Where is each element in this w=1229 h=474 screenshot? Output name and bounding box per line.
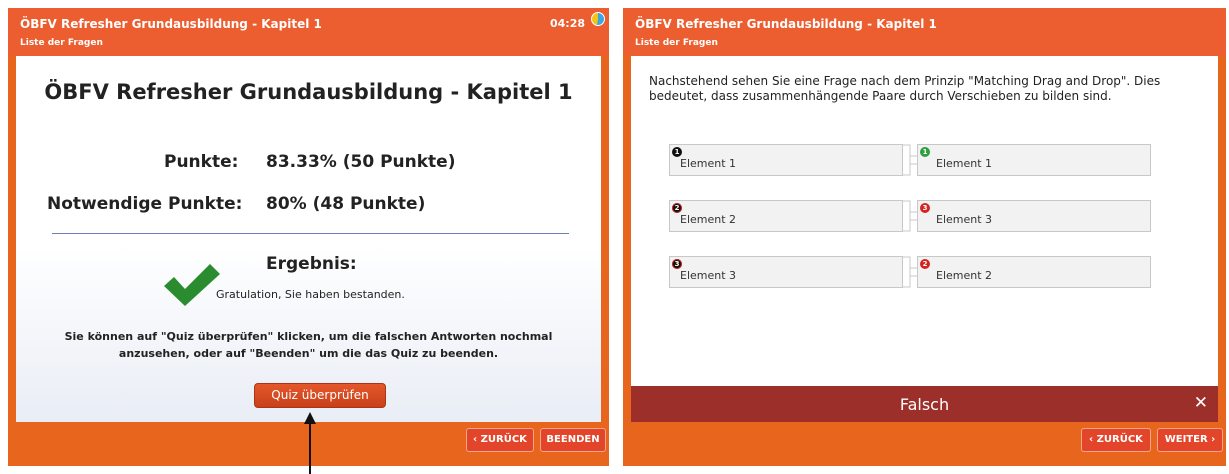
feedback-text: Falsch <box>899 395 950 414</box>
result-title: ÖBFV Refresher Grundausbildung - Kapitel… <box>44 80 573 104</box>
divider <box>52 233 569 234</box>
correct-badge: 1 <box>920 147 930 157</box>
target-element[interactable]: 3 Element 3 <box>917 200 1151 232</box>
header-bar: ÖBFV Refresher Grundausbildung - Kapitel… <box>623 8 1226 56</box>
next-button[interactable]: WEITER › <box>1157 428 1223 452</box>
source-element[interactable]: 2 Element 2 <box>669 200 903 232</box>
source-badge: 1 <box>672 147 682 157</box>
points-value: 83.33% (50 Punkte) <box>266 152 456 172</box>
source-label: Element 1 <box>680 157 737 170</box>
target-element[interactable]: 2 Element 2 <box>917 256 1151 288</box>
required-points-label: Notwendige Punkte: <box>47 194 243 214</box>
target-label: Element 3 <box>936 213 993 226</box>
target-label: Element 1 <box>936 157 993 170</box>
checkmark-icon <box>164 264 220 306</box>
back-button[interactable]: ‹ ZURÜCK <box>1081 428 1151 452</box>
back-button[interactable]: ‹ ZURÜCK <box>466 428 534 452</box>
feedback-bar: Falsch ✕ <box>631 386 1218 422</box>
source-label: Element 3 <box>680 269 737 282</box>
timer-text: 04:28 <box>549 17 585 30</box>
question-content: Nachstehend sehen Sie eine Frage nach de… <box>631 56 1218 422</box>
source-badge: 3 <box>672 259 682 269</box>
required-points-value: 80% (48 Punkte) <box>266 194 426 214</box>
result-heading: Ergebnis: <box>266 254 357 274</box>
wrong-badge: 2 <box>920 259 930 269</box>
question-list-link[interactable]: Liste der Fragen <box>20 38 103 48</box>
review-quiz-button[interactable]: Quiz überprüfen <box>254 383 386 408</box>
connector-icon <box>903 144 917 176</box>
source-element[interactable]: 3 Element 3 <box>669 256 903 288</box>
wrong-badge: 3 <box>920 203 930 213</box>
quiz-title: ÖBFV Refresher Grundausbildung - Kapitel… <box>20 17 322 31</box>
quiz-result-panel: ÖBFV Refresher Grundausbildung - Kapitel… <box>8 8 609 474</box>
points-label: Punkte: <box>164 152 239 172</box>
question-text: Nachstehend sehen Sie eine Frage nach de… <box>649 74 1161 103</box>
quiz-title: ÖBFV Refresher Grundausbildung - Kapitel… <box>635 17 937 31</box>
question-review-panel: ÖBFV Refresher Grundausbildung - Kapitel… <box>623 8 1226 466</box>
connector-icon <box>903 200 917 232</box>
header-bar: ÖBFV Refresher Grundausbildung - Kapitel… <box>8 8 609 56</box>
finish-button[interactable]: BEENDEN <box>540 428 606 452</box>
result-content: ÖBFV Refresher Grundausbildung - Kapitel… <box>16 56 601 422</box>
target-label: Element 2 <box>936 269 993 282</box>
source-element[interactable]: 1 Element 1 <box>669 144 903 176</box>
close-icon[interactable]: ✕ <box>1194 393 1208 413</box>
source-badge: 2 <box>672 203 682 213</box>
target-element[interactable]: 1 Element 1 <box>917 144 1151 176</box>
question-list-link[interactable]: Liste der Fragen <box>635 38 718 48</box>
timer-pie-icon <box>591 12 605 26</box>
info-text: Sie können auf "Quiz überprüfen" klicken… <box>64 330 553 360</box>
connector-icon <box>903 256 917 288</box>
pointer-arrow-icon <box>304 412 316 474</box>
source-label: Element 2 <box>680 213 737 226</box>
result-message: Gratulation, Sie haben bestanden. <box>216 288 405 301</box>
